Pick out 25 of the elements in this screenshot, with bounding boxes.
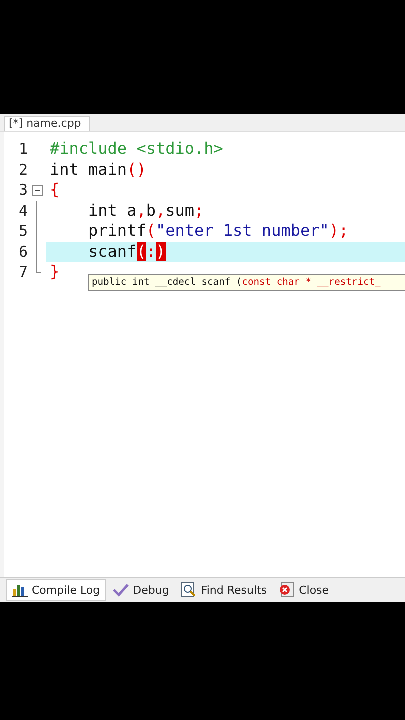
code-line: { [50,180,60,200]
code-line: int a,b,sum; [88,200,204,221]
bar-chart-icon [12,583,28,597]
code-line: scanf(:) [88,242,166,262]
code-line: #include <stdio.h> [50,139,224,160]
signature-tooltip: public int __cdecl scanf (const char * __restrict_ [88,274,405,291]
line-number: 4 [18,202,28,220]
line-number: 7 [18,263,28,282]
line-number: 1 [18,140,28,158]
panel-tab[interactable]: Find Results [176,579,272,601]
panel-tab[interactable]: Close [274,579,334,601]
line-number: 2 [18,160,28,179]
code-line: } [50,262,60,282]
file-tab[interactable]: [*] name.cpp [4,116,90,131]
checkmark-icon [113,583,130,597]
x-page-icon [279,582,296,598]
line-number: 3 [18,181,28,200]
code-line: printf("enter 1st number"); [88,221,349,242]
line-number: 6 [18,242,28,261]
magnifier-page-icon [181,582,198,598]
panel-tab[interactable]: Compile Log [6,579,106,601]
fold-icon[interactable] [32,184,42,196]
panel-tab[interactable]: Debug [108,580,174,600]
line-number: 5 [18,222,28,240]
code-line: int main() [50,160,146,180]
